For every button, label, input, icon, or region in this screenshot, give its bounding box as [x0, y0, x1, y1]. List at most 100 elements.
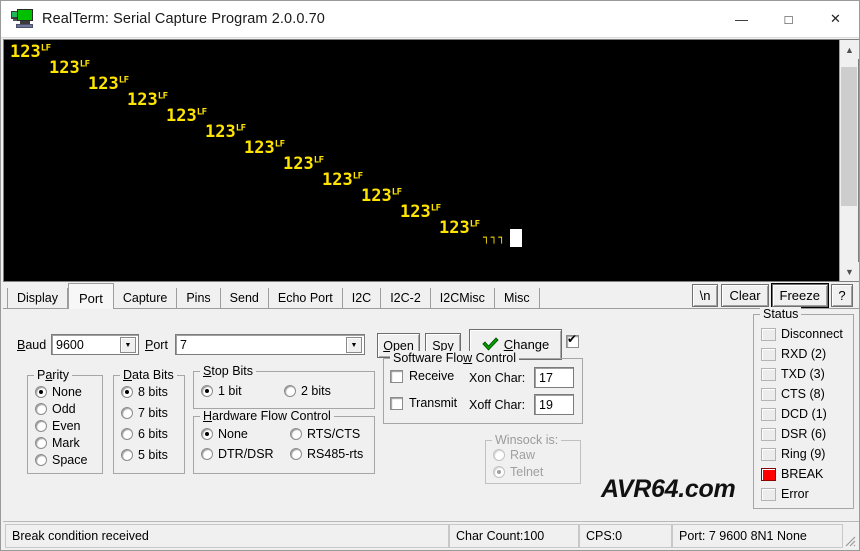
baud-combobox[interactable]: 9600 ▼: [51, 334, 139, 355]
radio-indicator: [201, 448, 213, 460]
transmit-checkbox-row[interactable]: Transmit: [390, 396, 457, 410]
tab-label: Port: [79, 291, 103, 306]
terminal-garbled-chars: ┐┐┐: [483, 231, 506, 244]
help-button[interactable]: ?: [831, 284, 853, 307]
green-check-icon: [482, 337, 499, 352]
radio-hwflow-rtscts[interactable]: RTS/CTS: [290, 427, 360, 441]
radio-indicator: [493, 466, 505, 478]
status-bar: Break condition received Char Count:100 …: [3, 521, 859, 550]
tab-i2cmisc[interactable]: I2CMisc: [430, 288, 495, 309]
radio-parity-odd[interactable]: Odd: [35, 402, 76, 416]
led-label: Ring (9): [781, 447, 826, 461]
change-auto-checkbox[interactable]: [566, 333, 579, 348]
led-label: RXD (2): [781, 347, 827, 361]
led-indicator: [761, 487, 776, 501]
tab-label: Capture: [122, 291, 168, 305]
tab-port[interactable]: Port: [68, 283, 114, 309]
led-indicator: [761, 347, 776, 361]
tab-i2c-2[interactable]: I2C-2: [381, 288, 431, 309]
tab-capture[interactable]: Capture: [113, 288, 178, 309]
radio-winsock-raw[interactable]: Raw: [493, 448, 535, 462]
maximize-button[interactable]: □: [765, 1, 812, 38]
terminal-line: 123LF: [322, 172, 363, 189]
port-label: Port: [145, 338, 168, 352]
radio-winsock-telnet[interactable]: Telnet: [493, 465, 543, 479]
tab-label: Misc: [503, 291, 530, 305]
close-button[interactable]: ✕: [812, 1, 859, 38]
realterm-window: RealTerm: Serial Capture Program 2.0.0.7…: [0, 0, 860, 551]
chevron-down-icon[interactable]: ▼: [346, 337, 362, 353]
terminal-scrollbar[interactable]: ▲ ▼: [839, 40, 859, 281]
led-label: TXD (3): [781, 367, 825, 381]
radio-parity-space[interactable]: Space: [35, 453, 87, 467]
terminal-line-text: 123: [10, 42, 41, 62]
terminal-line: 123LF: [400, 204, 441, 221]
clear-button[interactable]: Clear: [721, 284, 769, 307]
radio-label: Mark: [52, 436, 80, 450]
scrollbar-thumb[interactable]: [841, 67, 857, 206]
led-label: CTS (8): [781, 387, 825, 401]
radio-stop-2bits[interactable]: 2 bits: [284, 384, 331, 398]
tab-label: I2CMisc: [439, 291, 485, 305]
scrollbar-track[interactable]: [840, 59, 858, 262]
radio-indicator: [121, 428, 133, 440]
tab-label: I2C: [351, 291, 372, 305]
led-indicator: [761, 427, 776, 441]
radio-data-7bits[interactable]: 7 bits: [121, 406, 168, 420]
radio-label: None: [218, 427, 248, 441]
data-bits-group: Data Bits 8 bits 7 bits 6 bits 5 bits: [113, 368, 185, 474]
radio-hwflow-rs485[interactable]: RS485-rts: [290, 447, 363, 461]
radio-parity-even[interactable]: Even: [35, 419, 81, 433]
transmit-checkbox[interactable]: [390, 396, 403, 410]
tab-display[interactable]: Display: [7, 288, 68, 309]
radio-label: None: [52, 385, 82, 399]
software-flow-control-group: Software Flow Control Receive Xon Char: …: [383, 351, 583, 424]
radio-data-6bits[interactable]: 6 bits: [121, 427, 168, 441]
control-char-lf: LF: [391, 187, 402, 198]
port-combobox[interactable]: 7 ▼: [175, 334, 365, 355]
terminal-line-text: 123: [127, 90, 158, 110]
newline-button[interactable]: \n: [691, 284, 719, 307]
radio-parity-mark[interactable]: Mark: [35, 436, 80, 450]
control-char-lf: LF: [430, 203, 441, 214]
radio-label: 7 bits: [138, 406, 168, 420]
radio-data-5bits[interactable]: 5 bits: [121, 448, 168, 462]
tab-list: Display Port Capture Pins Send Echo Port I2C I2…: [7, 283, 540, 309]
radio-label: Telnet: [510, 465, 544, 479]
tab-label: Send: [229, 291, 259, 305]
data-bits-group-title: Data Bits: [120, 368, 177, 382]
status-led-break: BREAK: [761, 467, 823, 481]
radio-indicator: [35, 437, 47, 449]
minimize-button[interactable]: —: [718, 1, 765, 38]
radio-label: 1 bit: [218, 384, 242, 398]
xon-char-input[interactable]: 17: [534, 367, 574, 388]
scroll-up-arrow[interactable]: ▲: [840, 40, 859, 59]
tab-echo-port[interactable]: Echo Port: [268, 288, 343, 309]
radio-data-8bits[interactable]: 8 bits: [121, 385, 168, 399]
radio-label: RS485-rts: [307, 447, 364, 461]
led-label: Disconnect: [781, 327, 843, 341]
tab-label: I2C-2: [390, 291, 421, 305]
status-led-ring-9-: Ring (9): [761, 447, 825, 461]
tab-i2c[interactable]: I2C: [342, 288, 382, 309]
xoff-char-input[interactable]: 19: [534, 394, 574, 415]
tab-pins[interactable]: Pins: [177, 288, 221, 309]
chevron-down-icon[interactable]: ▼: [120, 337, 136, 353]
radio-indicator: [121, 407, 133, 419]
radio-parity-none[interactable]: None: [35, 385, 82, 399]
led-indicator: [761, 447, 776, 461]
terminal-line: 123LF: [439, 220, 480, 237]
radio-hwflow-dtrdsr[interactable]: DTR/DSR: [201, 447, 274, 461]
scroll-down-arrow[interactable]: ▼: [840, 262, 859, 281]
terminal-display[interactable]: ┐┐┐ 123LF 123LF 123LF 123LF 123LF 123LF 123LF 1…: [4, 40, 839, 281]
terminal-line: 123LF: [244, 140, 285, 157]
receive-checkbox[interactable]: [390, 369, 403, 383]
freeze-button[interactable]: Freeze: [771, 284, 828, 307]
tab-misc[interactable]: Misc: [494, 288, 540, 309]
status-led-cts-8-: CTS (8): [761, 387, 825, 401]
tab-send[interactable]: Send: [220, 288, 269, 309]
radio-stop-1bit[interactable]: 1 bit: [201, 384, 242, 398]
resize-grip[interactable]: [843, 534, 859, 550]
radio-hwflow-none[interactable]: None: [201, 427, 248, 441]
receive-checkbox-row[interactable]: Receive: [390, 369, 454, 383]
